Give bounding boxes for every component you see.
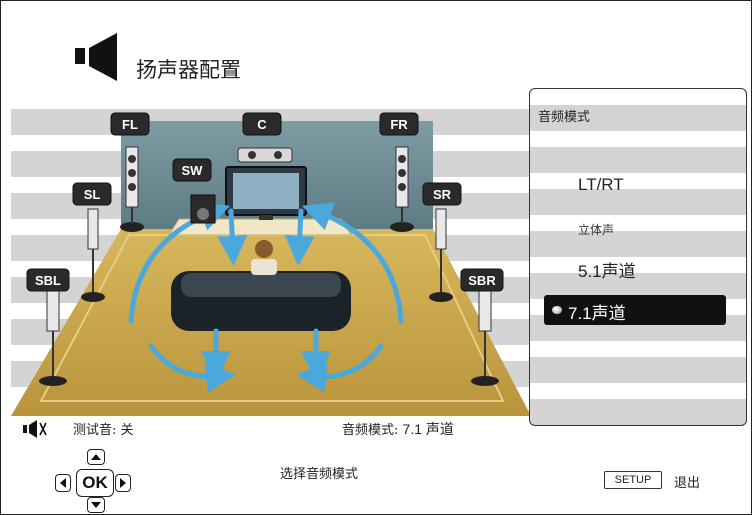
audio-mode-status-value: 7.1 声道 (402, 421, 454, 437)
label-sl: SL (72, 182, 112, 206)
label-c: C (242, 112, 282, 136)
speaker-layout-diagram: FL C FR SW SL SR SBL SBR (11, 112, 531, 416)
label-sbl-text: SBL (35, 273, 61, 288)
label-sw-text: SW (182, 163, 204, 178)
setup-button[interactable]: SETUP (604, 471, 662, 489)
nav-right-icon[interactable] (115, 474, 131, 492)
option-ltrt[interactable]: LT/RT (578, 175, 624, 195)
label-sbr-text: SBR (468, 273, 496, 288)
ok-button[interactable]: OK (76, 469, 114, 497)
speaker-c (237, 147, 293, 163)
label-sw: SW (172, 158, 212, 182)
selection-bullet-icon (552, 306, 562, 314)
label-sbl: SBL (26, 268, 70, 292)
nav-down-icon[interactable] (87, 497, 105, 513)
footer-hint: 选择音频模式 (280, 467, 359, 482)
nav-left-icon[interactable] (55, 474, 71, 492)
speaker-sw (190, 194, 216, 224)
audio-mode-status: 音频模式: 7.1 声道 (342, 419, 454, 439)
label-sl-text: SL (84, 187, 101, 202)
audio-mode-panel: 音频模式 LT/RT 立体声 5.1声道 7.1声道 (529, 88, 747, 426)
mute-icon (23, 420, 47, 438)
exit-label: 退出 (674, 476, 701, 491)
option-5-1[interactable]: 5.1声道 (578, 257, 636, 282)
speaker-icon (75, 33, 117, 81)
option-7-1-selected[interactable]: 7.1声道 (544, 295, 726, 325)
panel-title: 音频模式 (538, 110, 591, 125)
label-c-text: C (257, 117, 267, 132)
audio-mode-status-label: 音频模式: (342, 423, 399, 438)
nav-up-icon[interactable] (87, 449, 105, 465)
option-stereo[interactable]: 立体声 (578, 221, 614, 238)
speaker-config-screen: 扬声器配置 FL C FR SW SL SR SBL SBR 音频模式 LT/R… (0, 0, 752, 515)
label-fr: FR (379, 112, 419, 136)
label-sbr: SBR (460, 268, 504, 292)
label-fr-text: FR (390, 117, 408, 132)
label-sr-text: SR (433, 187, 452, 202)
label-fl-text: FL (122, 117, 138, 132)
label-fl: FL (110, 112, 150, 136)
test-tone-status: 测试音: 关 (73, 423, 134, 438)
option-7-1-label: 7.1声道 (568, 304, 626, 323)
page-title: 扬声器配置 (136, 58, 241, 82)
label-sr: SR (422, 182, 462, 206)
